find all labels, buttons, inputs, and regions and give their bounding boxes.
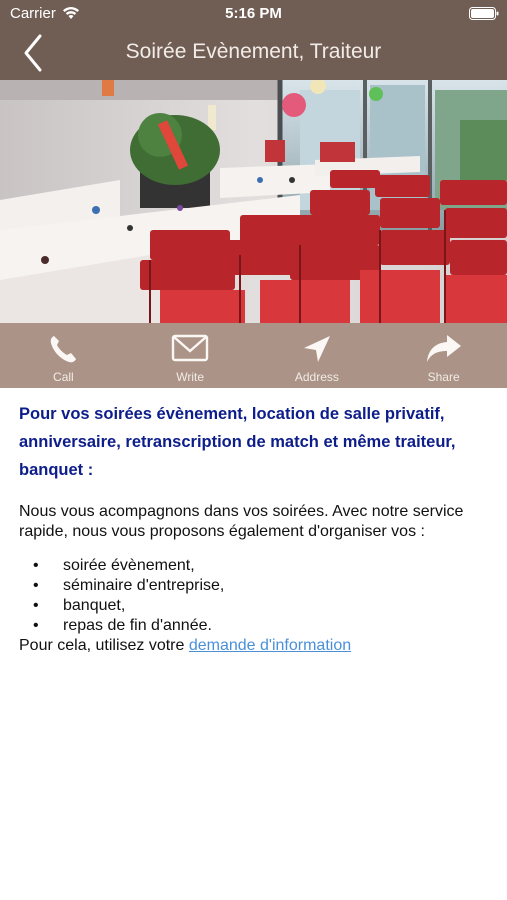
chevron-left-icon[interactable] xyxy=(18,32,48,74)
restaurant-room-image xyxy=(0,80,507,323)
bullet-icon: • xyxy=(33,617,39,634)
navigation-bar: Soirée Evènement, Traiteur xyxy=(0,28,507,80)
list-item-text: repas de fin d'année. xyxy=(63,617,212,634)
list-item: • séminaire d'entreprise, xyxy=(19,576,489,596)
bullet-icon: • xyxy=(33,577,39,594)
phone-icon xyxy=(51,336,77,363)
envelope-icon xyxy=(171,334,209,362)
list-item: • banquet, xyxy=(19,596,489,616)
content-area: Pour vos soirées évènement, location de … xyxy=(19,400,489,656)
bullet-icon: • xyxy=(33,597,39,614)
list-item-text: soirée évènement, xyxy=(63,557,195,574)
page-title: Soirée Evènement, Traiteur xyxy=(125,40,382,63)
list-item-text: séminaire d'entreprise, xyxy=(63,577,225,594)
information-request-link[interactable]: demande d'information xyxy=(189,637,351,654)
footer-line: Pour cela, utilisez votre demande d'info… xyxy=(19,636,489,656)
battery-icon xyxy=(469,7,499,20)
write-button[interactable]: Write xyxy=(127,323,254,388)
call-label: Call xyxy=(53,370,74,384)
status-time: 5:16 PM xyxy=(225,5,282,22)
list-item: • repas de fin d'année. xyxy=(19,616,489,636)
call-button[interactable]: Call xyxy=(0,323,127,388)
bullet-icon: • xyxy=(33,557,39,574)
status-bar: Carrier 5:16 PM xyxy=(0,0,507,28)
list-item-text: banquet, xyxy=(63,597,126,614)
share-label: Share xyxy=(427,370,460,384)
hero-photo xyxy=(0,80,507,323)
share-arrow-icon xyxy=(426,335,461,362)
services-list: • soirée évènement, • séminaire d'entrepri… xyxy=(19,556,489,636)
share-button[interactable]: Share xyxy=(380,323,507,388)
footer-text: Pour cela, utilisez votre xyxy=(19,637,189,654)
list-item: • soirée évènement, xyxy=(19,556,489,576)
location-arrow-icon xyxy=(303,336,330,362)
content-headline: Pour vos soirées évènement, location de … xyxy=(19,405,456,479)
address-button[interactable]: Address xyxy=(254,323,381,388)
write-label: Write xyxy=(176,370,205,384)
intro-paragraph: Nous vous acompagnons dans vos soirées. … xyxy=(19,503,464,540)
action-bar: Call Write Address Share xyxy=(0,323,507,388)
address-label: Address xyxy=(294,370,339,384)
